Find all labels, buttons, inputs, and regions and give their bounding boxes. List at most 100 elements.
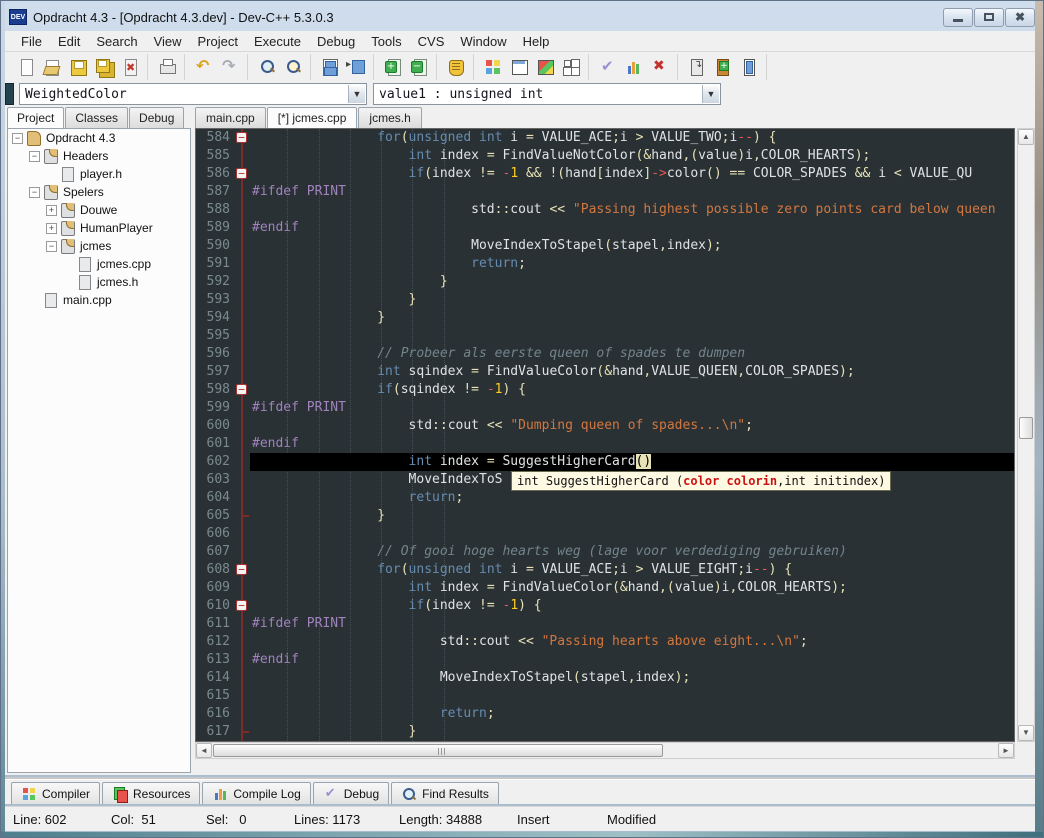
code-line-588[interactable]: 588 std::cout << "Passing highest possib… xyxy=(196,201,1014,219)
code-line-611[interactable]: 611#ifdef PRINT xyxy=(196,615,1014,633)
tree-item-opdracht-4-3[interactable]: −Opdracht 4.3 xyxy=(8,129,190,147)
menu-item-project[interactable]: Project xyxy=(190,32,246,51)
expand-toggle-icon[interactable]: + xyxy=(46,205,57,216)
code-line-590[interactable]: 590 MoveIndexToStapel(stapel,index); xyxy=(196,237,1014,255)
code-line-602[interactable]: 602 int index = SuggestHigherCard() xyxy=(196,453,1014,471)
code-line-599[interactable]: 599#ifdef PRINT xyxy=(196,399,1014,417)
save-all-button[interactable] xyxy=(91,55,117,79)
scroll-down-button[interactable]: ▼ xyxy=(1018,725,1034,741)
menu-item-file[interactable]: File xyxy=(13,32,50,51)
menu-item-edit[interactable]: Edit xyxy=(50,32,88,51)
chevron-down-icon[interactable]: ▼ xyxy=(702,85,719,103)
menu-item-execute[interactable]: Execute xyxy=(246,32,309,51)
abort-button[interactable] xyxy=(647,55,673,79)
maximize-button[interactable] xyxy=(974,8,1004,27)
code-line-612[interactable]: 612 std::cout << "Passing hearts above e… xyxy=(196,633,1014,651)
close-file-button[interactable] xyxy=(117,55,143,79)
code-line-598[interactable]: 598− if(sqindex != -1) { xyxy=(196,381,1014,399)
fold-collapse-icon[interactable]: − xyxy=(236,168,247,179)
vertical-scrollbar[interactable]: ▲ ▼ xyxy=(1017,128,1035,742)
toolbar-grip[interactable] xyxy=(5,83,14,105)
code-line-600[interactable]: 600 std::cout << "Dumping queen of spade… xyxy=(196,417,1014,435)
grid-button[interactable] xyxy=(558,55,584,79)
editor-tab-jcmes.h[interactable]: jcmes.h xyxy=(358,107,421,128)
print-button[interactable] xyxy=(154,55,180,79)
editor-tab--jcmes.cpp[interactable]: [*] jcmes.cpp xyxy=(267,107,358,128)
tree-item-humanplayer[interactable]: +HumanPlayer xyxy=(8,219,190,237)
tree-item-jcmes-h[interactable]: jcmes.h xyxy=(8,273,190,291)
menu-item-search[interactable]: Search xyxy=(88,32,145,51)
scroll-left-button[interactable]: ◄ xyxy=(196,743,212,758)
code-line-595[interactable]: 595 xyxy=(196,327,1014,345)
remove-button[interactable] xyxy=(406,55,432,79)
code-line-586[interactable]: 586− if(index != -1 && !(hand[index]->co… xyxy=(196,165,1014,183)
tree-item-douwe[interactable]: +Douwe xyxy=(8,201,190,219)
menu-item-help[interactable]: Help xyxy=(515,32,558,51)
report-tab-find-results[interactable]: Find Results xyxy=(391,782,499,804)
check-button[interactable] xyxy=(595,55,621,79)
save-button[interactable] xyxy=(65,55,91,79)
code-line-616[interactable]: 616 return; xyxy=(196,705,1014,723)
code-line-601[interactable]: 601#endif xyxy=(196,435,1014,453)
sidebar-tab-debug[interactable]: Debug xyxy=(129,107,184,128)
tree-item-spelers[interactable]: −Spelers xyxy=(8,183,190,201)
class-browser-combo[interactable]: WeightedColor ▼ xyxy=(19,83,367,105)
menu-item-view[interactable]: View xyxy=(146,32,190,51)
report-tab-compile-log[interactable]: Compile Log xyxy=(202,782,310,804)
report-tab-resources[interactable]: Resources xyxy=(102,782,200,804)
code-editor[interactable]: 584− for(unsigned int i = VALUE_ACE;i > … xyxy=(195,128,1015,742)
fold-margin[interactable]: − xyxy=(234,129,250,147)
tree-item-jcmes[interactable]: −jcmes xyxy=(8,237,190,255)
add-button[interactable] xyxy=(380,55,406,79)
code-line-589[interactable]: 589#endif xyxy=(196,219,1014,237)
close-button[interactable]: ✖ xyxy=(1005,8,1035,27)
scroll-right-button[interactable]: ► xyxy=(998,743,1014,758)
code-line-593[interactable]: 593 } xyxy=(196,291,1014,309)
chevron-down-icon[interactable]: ▼ xyxy=(348,85,365,103)
code-line-610[interactable]: 610− if(index != -1) { xyxy=(196,597,1014,615)
project-tree[interactable]: −Opdracht 4.3−Headersplayer.h−Spelers+Do… xyxy=(7,128,191,773)
menu-item-tools[interactable]: Tools xyxy=(363,32,409,51)
menu-item-debug[interactable]: Debug xyxy=(309,32,363,51)
code-line-597[interactable]: 597 int sqindex = FindValueColor(&hand,V… xyxy=(196,363,1014,381)
door-blue-button[interactable] xyxy=(736,55,762,79)
report-tab-debug[interactable]: Debug xyxy=(313,782,389,804)
code-line-596[interactable]: 596 // Probeer als eerste queen of spade… xyxy=(196,345,1014,363)
expand-toggle-icon[interactable]: − xyxy=(29,151,40,162)
code-line-587[interactable]: 587#ifdef PRINT xyxy=(196,183,1014,201)
blocks-button[interactable] xyxy=(480,55,506,79)
menu-item-window[interactable]: Window xyxy=(452,32,514,51)
expand-toggle-icon[interactable]: − xyxy=(46,241,57,252)
code-line-604[interactable]: 604 return; xyxy=(196,489,1014,507)
code-line-615[interactable]: 615 xyxy=(196,687,1014,705)
window-color-button[interactable] xyxy=(532,55,558,79)
tree-item-headers[interactable]: −Headers xyxy=(8,147,190,165)
code-line-584[interactable]: 584− for(unsigned int i = VALUE_ACE;i > … xyxy=(196,129,1014,147)
code-line-605[interactable]: 605 } xyxy=(196,507,1014,525)
code-line-606[interactable]: 606 xyxy=(196,525,1014,543)
code-line-607[interactable]: 607 // Of gooi hoge hearts weg (lage voo… xyxy=(196,543,1014,561)
redo-button[interactable] xyxy=(217,55,243,79)
horizontal-scroll-thumb[interactable] xyxy=(213,744,663,757)
fold-margin[interactable]: − xyxy=(234,561,250,579)
door-green-button[interactable] xyxy=(710,55,736,79)
tree-item-player-h[interactable]: player.h xyxy=(8,165,190,183)
code-line-609[interactable]: 609 int index = FindValueColor(&hand,(va… xyxy=(196,579,1014,597)
report-tab-compiler[interactable]: Compiler xyxy=(11,782,100,804)
fold-margin[interactable]: − xyxy=(234,165,250,183)
code-line-594[interactable]: 594 } xyxy=(196,309,1014,327)
code-line-614[interactable]: 614 MoveIndexToStapel(stapel,index); xyxy=(196,669,1014,687)
fold-collapse-icon[interactable]: − xyxy=(236,132,247,143)
code-line-591[interactable]: 591 return; xyxy=(196,255,1014,273)
door-gray-button[interactable] xyxy=(684,55,710,79)
code-line-592[interactable]: 592 } xyxy=(196,273,1014,291)
fold-collapse-icon[interactable]: − xyxy=(236,384,247,395)
fold-margin[interactable]: − xyxy=(234,597,250,615)
code-line-585[interactable]: 585 int index = FindValueNotColor(&hand,… xyxy=(196,147,1014,165)
replace-button[interactable] xyxy=(280,55,306,79)
find-button[interactable] xyxy=(254,55,280,79)
badge-button[interactable] xyxy=(443,55,469,79)
expand-toggle-icon[interactable]: + xyxy=(46,223,57,234)
code-line-608[interactable]: 608− for(unsigned int i = VALUE_ACE;i > … xyxy=(196,561,1014,579)
expand-toggle-icon[interactable]: − xyxy=(29,187,40,198)
